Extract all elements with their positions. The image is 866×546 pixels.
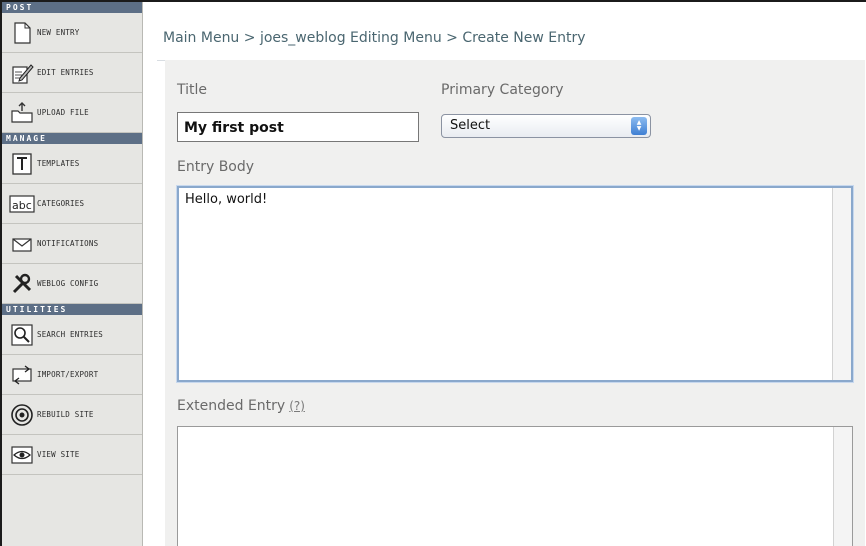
sidebar-item-view-site[interactable]: VIEW SITE <box>2 435 142 475</box>
sidebar-item-notifications[interactable]: NOTIFICATIONS <box>2 224 142 264</box>
sidebar-item-categories[interactable]: abc CATEGORIES <box>2 184 142 224</box>
entry-body-text: Hello, world! <box>185 192 268 207</box>
sidebar-item-label: EDIT ENTRIES <box>37 68 94 77</box>
section-header-utilities: UTILITIES <box>2 304 142 315</box>
primary-category-label: Primary Category <box>441 82 564 98</box>
sidebar-item-label: VIEW SITE <box>37 450 80 459</box>
sidebar-item-label: NEW ENTRY <box>37 28 80 37</box>
sidebar-item-label: WEBLOG CONFIG <box>37 279 99 288</box>
entry-body-label: Entry Body <box>177 159 255 175</box>
templates-icon <box>9 151 35 177</box>
sidebar-item-weblog-config[interactable]: WEBLOG CONFIG <box>2 264 142 304</box>
entry-body-scrollbar[interactable] <box>832 188 851 380</box>
new-entry-icon <box>9 20 35 46</box>
sidebar-item-templates[interactable]: TEMPLATES <box>2 144 142 184</box>
sidebar-item-upload-file[interactable]: UPLOAD FILE <box>2 93 142 133</box>
notifications-icon <box>9 231 35 257</box>
breadcrumb[interactable]: Main Menu > joes_weblog Editing Menu > C… <box>163 30 586 46</box>
extended-entry-label: Extended Entry (?) <box>177 398 305 414</box>
upload-file-icon <box>9 100 35 126</box>
extended-entry-label-text: Extended Entry <box>177 398 286 414</box>
sidebar-item-label: SEARCH ENTRIES <box>37 330 104 339</box>
categories-icon: abc <box>9 191 35 217</box>
entry-body-textarea[interactable]: Hello, world! <box>177 186 853 382</box>
search-entries-icon <box>9 322 35 348</box>
view-site-icon <box>9 442 35 468</box>
title-label: Title <box>177 82 208 98</box>
extended-entry-scrollbar[interactable] <box>833 427 852 546</box>
sidebar-item-label: NOTIFICATIONS <box>37 239 99 248</box>
sidebar-item-label: TEMPLATES <box>37 159 80 168</box>
svg-text:abc: abc <box>12 199 32 212</box>
section-header-post: POST <box>2 2 142 13</box>
sidebar-item-label: CATEGORIES <box>37 199 85 208</box>
sidebar-item-edit-entries[interactable]: EDIT ENTRIES <box>2 53 142 93</box>
primary-category-value: Select <box>450 118 491 133</box>
main-content: Main Menu > joes_weblog Editing Menu > C… <box>143 2 866 546</box>
sidebar: POST NEW ENTRY EDIT ENTRIES UPLOAD FILE … <box>2 2 143 546</box>
select-arrows-icon: ▲ ▼ <box>631 117 647 135</box>
extended-entry-help-link[interactable]: (?) <box>289 399 305 413</box>
primary-category-select[interactable]: Select ▲ ▼ <box>441 114 651 138</box>
sidebar-item-rebuild-site[interactable]: REBUILD SITE <box>2 395 142 435</box>
sidebar-item-import-export[interactable]: IMPORT/EXPORT <box>2 355 142 395</box>
edit-entries-icon <box>9 60 35 86</box>
entry-form: Title Primary Category My first post Sel… <box>165 60 865 546</box>
sidebar-item-label: UPLOAD FILE <box>37 108 89 117</box>
sidebar-item-new-entry[interactable]: NEW ENTRY <box>2 13 142 53</box>
sidebar-item-label: IMPORT/EXPORT <box>37 370 99 379</box>
breadcrumb-bar: Main Menu > joes_weblog Editing Menu > C… <box>157 26 857 61</box>
rebuild-site-icon <box>9 402 35 428</box>
app-window: POST NEW ENTRY EDIT ENTRIES UPLOAD FILE … <box>0 0 866 546</box>
sidebar-item-label: REBUILD SITE <box>37 410 94 419</box>
section-header-manage: MANAGE <box>2 133 142 144</box>
import-export-icon <box>9 362 35 388</box>
extended-entry-textarea[interactable] <box>177 426 853 546</box>
weblog-config-icon <box>9 271 35 297</box>
title-input[interactable]: My first post <box>177 112 419 142</box>
sidebar-item-search-entries[interactable]: SEARCH ENTRIES <box>2 315 142 355</box>
